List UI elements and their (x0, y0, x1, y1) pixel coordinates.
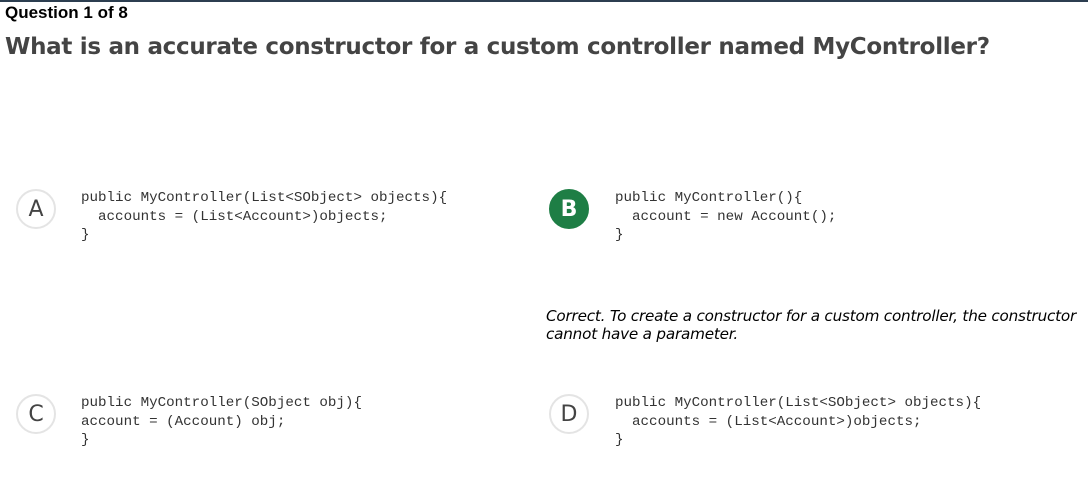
code-line: public MyController(List<SObject> object… (615, 395, 982, 411)
option-d-code[interactable]: public MyController(List<SObject> object… (615, 394, 981, 450)
code-line: account = (Account) obj; (81, 413, 286, 430)
code-line: } (615, 227, 624, 243)
option-b-code[interactable]: public MyController(){ account = new Acc… (615, 189, 836, 245)
question-text: What is an accurate constructor for a cu… (5, 34, 990, 60)
option-a-code[interactable]: public MyController(List<SObject> object… (81, 189, 447, 245)
code-line: accounts = (List<Account>)objects; (81, 208, 388, 225)
code-line: accounts = (List<Account>)objects; (615, 413, 922, 430)
code-line: public MyController(List<SObject> object… (81, 190, 448, 206)
option-b-letter-badge[interactable]: B (549, 189, 589, 229)
code-line: } (615, 432, 624, 448)
code-line: account = new Account(); (615, 208, 837, 225)
option-d-letter-badge[interactable]: D (549, 394, 589, 434)
question-counter: Question 1 of 8 (5, 3, 128, 22)
answer-feedback: Correct. To create a constructor for a c… (546, 307, 1077, 343)
code-line: } (81, 227, 90, 243)
option-c-code[interactable]: public MyController(SObject obj){ account… (81, 394, 362, 450)
option-a-letter-badge[interactable]: A (16, 189, 56, 229)
code-line: public MyController(SObject obj){ (81, 395, 362, 411)
code-line: } (81, 432, 90, 448)
quiz-page: Question 1 of 8 What is an accurate cons… (0, 0, 1088, 496)
option-c-letter-badge[interactable]: C (16, 394, 56, 434)
code-line: public MyController(){ (615, 190, 803, 206)
